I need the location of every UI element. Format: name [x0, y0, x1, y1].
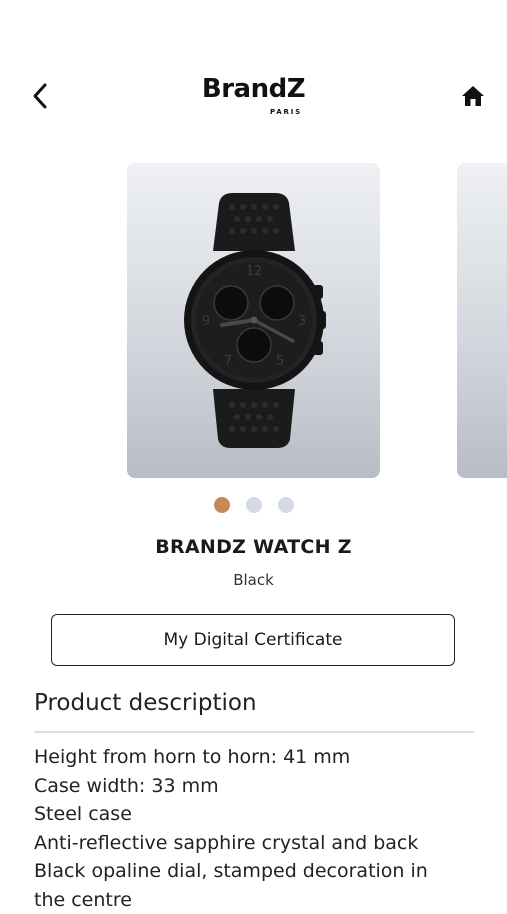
description-line: Height from horn to horn: 41 mm: [34, 743, 474, 772]
description-line: Anti-reflective sapphire crystal and bac…: [34, 829, 474, 858]
home-icon: [460, 84, 486, 108]
carousel-pagination: [0, 497, 507, 513]
brand-name: BrandZ: [0, 74, 507, 104]
product-name: BRANDZ WATCH Z: [0, 536, 507, 558]
brand-logo: BrandZ PARIS: [0, 74, 507, 104]
svg-text:3: 3: [298, 314, 306, 329]
product-color: Black: [0, 571, 507, 589]
home-button[interactable]: [457, 80, 489, 112]
svg-text:12: 12: [246, 264, 263, 279]
product-image-card-next[interactable]: [457, 163, 507, 478]
brand-subtitle: PARIS: [270, 108, 302, 116]
pagination-dot-3[interactable]: [278, 497, 294, 513]
svg-text:7: 7: [224, 354, 232, 369]
description-line: Case width: 33 mm: [34, 772, 474, 801]
description-line: Black opaline dial, stamped decoration i…: [34, 857, 474, 886]
app-header: BrandZ PARIS: [0, 70, 507, 130]
pagination-dot-1[interactable]: [214, 497, 230, 513]
product-image-card[interactable]: 12 9 3 7 5: [127, 163, 380, 478]
svg-text:5: 5: [276, 354, 284, 369]
watch-image: 12 9 3 7 5: [177, 193, 330, 448]
digital-certificate-button[interactable]: My Digital Certificate: [51, 614, 455, 666]
product-description-title: Product description: [34, 690, 257, 716]
svg-text:9: 9: [202, 314, 210, 329]
product-image-carousel[interactable]: 12 9 3 7 5: [0, 163, 507, 478]
section-divider: [34, 731, 474, 733]
product-description-text: Height from horn to horn: 41 mm Case wid…: [34, 743, 474, 914]
pagination-dot-2[interactable]: [246, 497, 262, 513]
description-line: Steel case: [34, 800, 474, 829]
